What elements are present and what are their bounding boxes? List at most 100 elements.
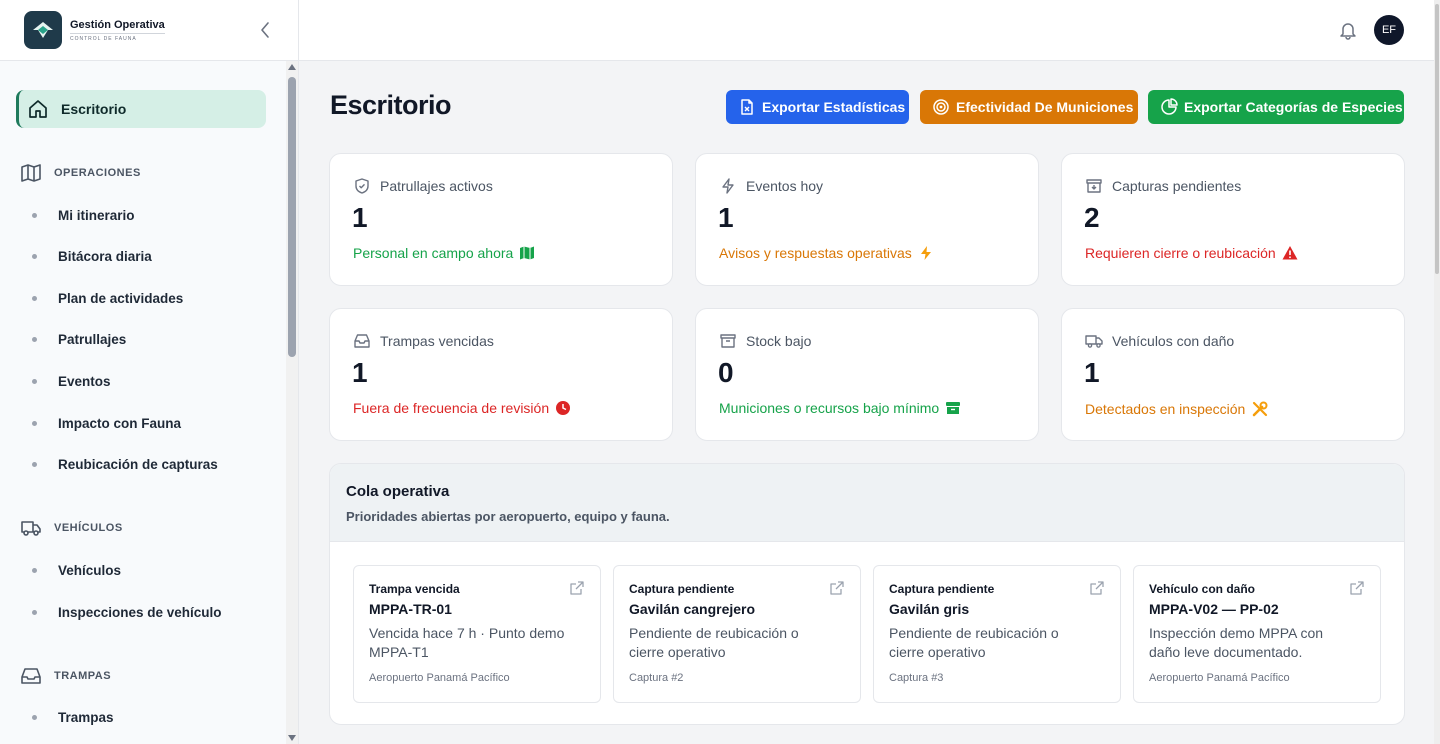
archive-icon — [946, 402, 961, 414]
stat-card-capturas[interactable]: Capturas pendientes 2 Requieren cierre o… — [1061, 153, 1405, 286]
sidebar-item-label: Inspecciones de vehículo — [58, 604, 222, 620]
scroll-down-arrow-icon[interactable] — [288, 735, 296, 741]
sidebar-nav: Escritorio OPERACIONES Mi itinerario Bit… — [0, 61, 286, 744]
stat-label: Patrullajes activos — [380, 178, 493, 194]
queue-item-name: Gavilán gris — [889, 601, 970, 617]
sidebar-item-impacto[interactable]: Impacto con Fauna — [32, 413, 181, 433]
target-icon — [933, 99, 949, 115]
section-label: VEHÍCULOS — [54, 522, 123, 534]
queue-subtitle: Prioridades abiertas por aeropuerto, equ… — [346, 509, 670, 524]
sidebar-item-label: Mi itinerario — [58, 207, 135, 223]
sidebar-item-escritorio[interactable]: Escritorio — [16, 90, 266, 128]
stat-note: Detectados en inspección — [1085, 401, 1246, 417]
stat-note: Requieren cierre o reubicación — [1085, 245, 1276, 261]
ammo-effectiveness-button[interactable]: Efectividad De Municiones — [920, 90, 1138, 124]
queue-item-meta: Captura #2 — [629, 672, 684, 684]
queue-item-type: Trampa vencida — [369, 582, 460, 596]
pie-chart-icon — [1161, 98, 1178, 115]
queue-item-name: MPPA-V02 — PP-02 — [1149, 601, 1279, 617]
queue-item[interactable]: Vehículo con daño MPPA-V02 — PP-02 Inspe… — [1133, 565, 1381, 703]
queue-item-meta: Captura #3 — [889, 672, 944, 684]
queue-item-name: Gavilán cangrejero — [629, 601, 756, 617]
collapse-sidebar-button[interactable] — [256, 18, 274, 42]
sidebar-item-label: Vehículos — [58, 562, 122, 578]
archive-icon — [1086, 179, 1102, 193]
file-export-icon — [741, 99, 753, 115]
sidebar-item-mi-itinerario[interactable]: Mi itinerario — [32, 205, 135, 225]
button-label: Exportar Estadísticas — [762, 99, 906, 115]
sidebar-item-label: Escritorio — [61, 101, 127, 117]
shield-icon — [355, 178, 369, 194]
sidebar-item-trampas[interactable]: Trampas — [32, 707, 114, 727]
sidebar-item-label: Impacto con Fauna — [58, 415, 182, 431]
stat-label: Capturas pendientes — [1112, 178, 1242, 194]
stat-note: Personal en campo ahora — [353, 245, 514, 261]
stat-card-patrullajes[interactable]: Patrullajes activos 1 Personal en campo … — [329, 153, 673, 286]
sidebar-item-plan[interactable]: Plan de actividades — [32, 288, 183, 308]
warning-icon — [1282, 246, 1298, 260]
user-avatar[interactable]: EF — [1374, 15, 1404, 45]
clock-icon — [556, 401, 571, 415]
page-scroll-thumb[interactable] — [1435, 4, 1439, 274]
queue-title: Cola operativa — [346, 483, 450, 500]
map-icon — [520, 246, 535, 260]
queue-item[interactable]: Trampa vencida MPPA-TR-01 Vencida hace 7… — [353, 565, 601, 703]
stat-label: Vehículos con daño — [1112, 333, 1235, 349]
topbar — [299, 0, 1440, 61]
operational-queue: Cola operativa Prioridades abiertas por … — [329, 463, 1405, 725]
page-title: Escritorio — [330, 90, 452, 120]
export-species-button[interactable]: Exportar Categorías de Especies — [1148, 90, 1404, 124]
stat-value: 1 — [352, 357, 368, 388]
queue-item-type: Captura pendiente — [889, 582, 995, 596]
scroll-up-arrow-icon[interactable] — [288, 64, 296, 70]
stat-card-vehiculos[interactable]: Vehículos con daño 1 Detectados en inspe… — [1061, 308, 1405, 441]
archive-icon — [720, 334, 736, 348]
section-label: TRAMPAS — [54, 670, 112, 682]
sidebar-item-label: Eventos — [58, 373, 111, 389]
external-link-icon[interactable] — [1350, 581, 1364, 595]
sidebar-item-label: Patrullajes — [58, 331, 127, 347]
stat-card-stock[interactable]: Stock bajo 0 Municiones o recursos bajo … — [695, 308, 1039, 441]
sidebar-item-inspecciones[interactable]: Inspecciones de vehículo — [32, 602, 222, 622]
inbox-icon — [354, 334, 370, 348]
sidebar-item-label: Trampas — [58, 709, 114, 725]
stat-label: Trampas vencidas — [380, 333, 494, 349]
stat-note: Municiones o recursos bajo mínimo — [719, 400, 940, 416]
section-trampas: TRAMPAS — [20, 666, 111, 686]
export-stats-button[interactable]: Exportar Estadísticas — [726, 90, 909, 124]
app-logo — [24, 11, 62, 49]
queue-item-description: Vencida hace 7 h · Punto demo MPPA-T1 — [369, 625, 565, 660]
stat-card-eventos[interactable]: Eventos hoy 1 Avisos y respuestas operat… — [695, 153, 1039, 286]
sidebar-item-eventos[interactable]: Eventos — [32, 371, 111, 391]
queue-item[interactable]: Captura pendiente Gavilán gris Pendiente… — [873, 565, 1121, 703]
queue-item[interactable]: Captura pendiente Gavilán cangrejero Pen… — [613, 565, 861, 703]
truck-icon — [21, 521, 41, 536]
truck-icon — [1085, 335, 1103, 348]
stat-value: 2 — [1084, 202, 1100, 233]
external-link-icon[interactable] — [1090, 581, 1104, 595]
section-vehiculos: VEHÍCULOS — [20, 518, 123, 538]
stat-value: 1 — [352, 202, 368, 233]
external-link-icon[interactable] — [830, 581, 844, 595]
inbox-icon — [21, 668, 41, 684]
section-label: OPERACIONES — [54, 167, 141, 179]
sidebar-item-bitacora[interactable]: Bitácora diaria — [32, 246, 152, 266]
queue-item-description: Pendiente de reubicación o cierre operat… — [629, 625, 799, 660]
sidebar-item-patrullajes[interactable]: Patrullajes — [32, 329, 126, 349]
button-label: Exportar Categorías de Especies — [1184, 99, 1403, 115]
sidebar-item-vehiculos[interactable]: Vehículos — [32, 560, 121, 580]
home-icon — [29, 100, 47, 118]
bell-icon — [1340, 23, 1356, 40]
notifications-button[interactable] — [1337, 19, 1359, 41]
stat-note: Avisos y respuestas operativas — [719, 245, 912, 261]
queue-item-meta: Aeropuerto Panamá Pacífico — [369, 672, 510, 684]
stat-card-trampas[interactable]: Trampas vencidas 1 Fuera de frecuencia d… — [329, 308, 673, 441]
sidebar-item-label: Plan de actividades — [58, 290, 184, 306]
brand: Gestión Operativa CONTROL DE FAUNA — [0, 0, 298, 61]
bolt-icon — [920, 246, 931, 260]
sidebar-item-reubicacion[interactable]: Reubicación de capturas — [32, 454, 218, 474]
external-link-icon[interactable] — [570, 581, 584, 595]
sidebar-scroll-thumb[interactable] — [288, 77, 296, 357]
queue-item-type: Captura pendiente — [629, 582, 735, 596]
sidebar-item-label: Reubicación de capturas — [58, 456, 218, 472]
